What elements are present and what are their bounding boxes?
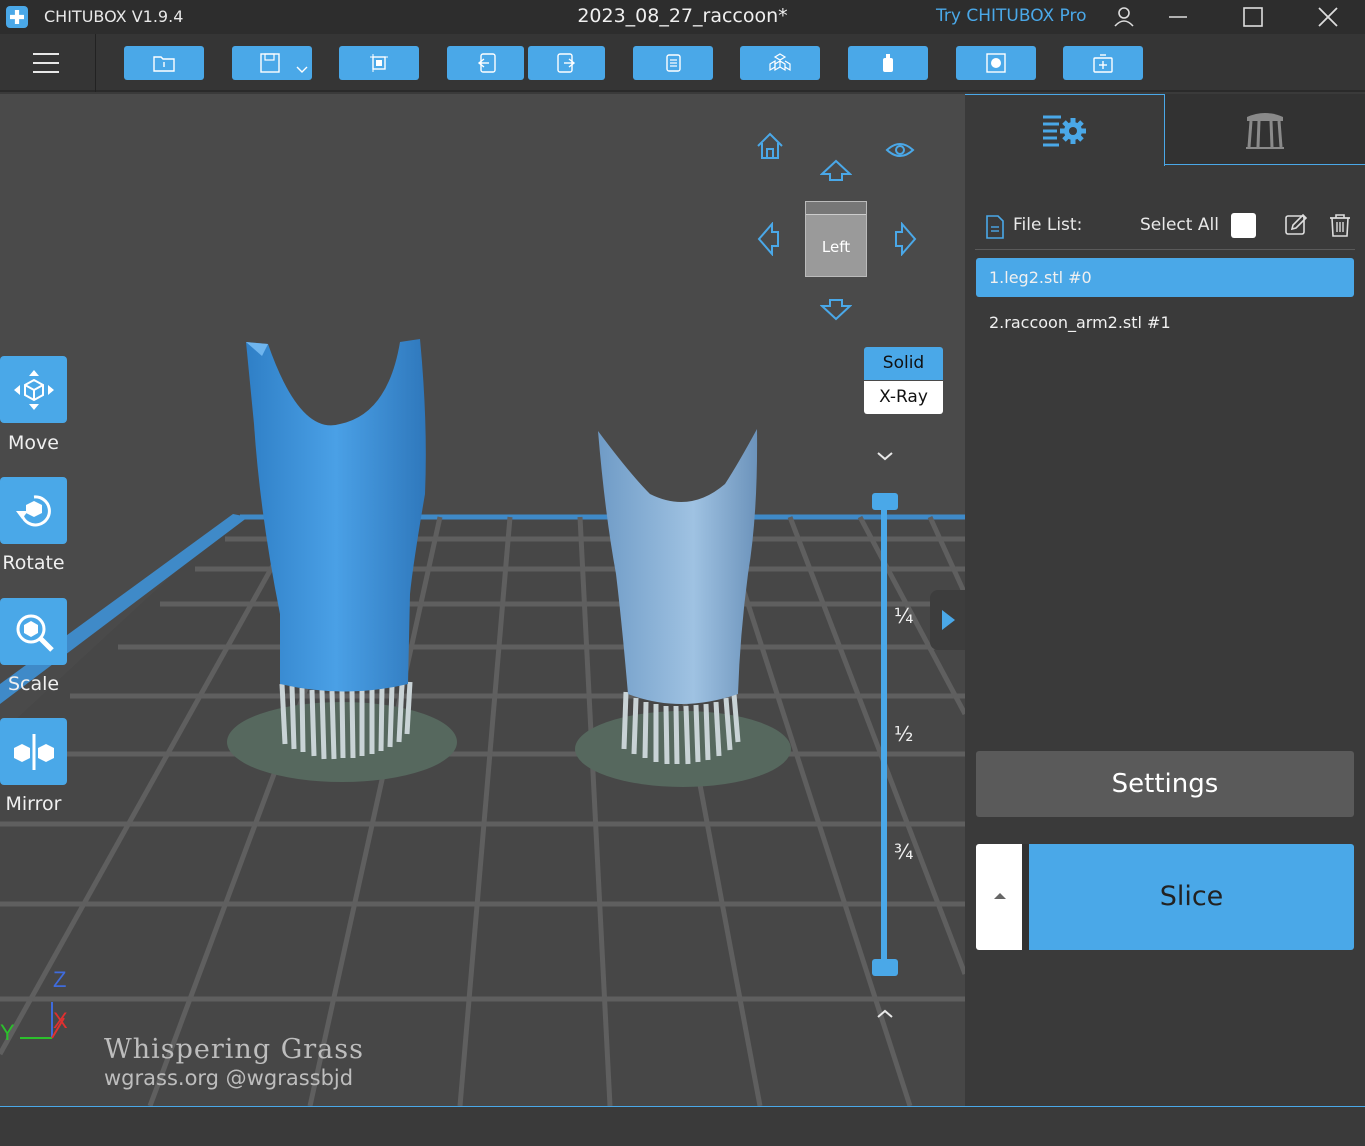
file-list-item-raccoon-arm2[interactable]: 2.raccoon_arm2.stl #1 <box>976 303 1354 342</box>
view-cube-label: Left <box>821 238 851 256</box>
redo-button[interactable] <box>528 46 605 80</box>
chevron-down-icon <box>296 66 308 73</box>
right-panel: File List: Select All 1.leg2.stl #0 2.ra… <box>965 94 1365 1106</box>
scale-tool-button[interactable] <box>0 598 67 665</box>
user-icon[interactable] <box>1104 0 1144 34</box>
view-bottom-button[interactable] <box>819 298 853 326</box>
open-file-button[interactable] <box>124 46 204 80</box>
save-button[interactable] <box>232 46 312 80</box>
trash-icon[interactable] <box>1327 212 1353 238</box>
rotate-tool-label: Rotate <box>2 552 65 574</box>
axis-y-label: Y <box>0 1020 15 1045</box>
arrow-down-icon <box>819 299 853 321</box>
status-bar <box>0 1106 1365 1146</box>
watermark-subtitle: wgrass.org @wgrassbjd <box>104 1066 354 1090</box>
slice-divider <box>1022 844 1029 950</box>
auto-layout-icon <box>370 54 388 72</box>
3d-viewport[interactable]: Z Y X Move Rotate Scale Mirror Left Soli… <box>0 94 965 1106</box>
chevron-down-icon <box>877 452 893 461</box>
file-list-header: File List: Select All <box>975 210 1355 250</box>
tab-supports[interactable] <box>1165 94 1365 165</box>
layer-slider-track[interactable] <box>881 493 887 976</box>
chevron-up-icon <box>877 1009 893 1018</box>
app-logo-icon <box>6 6 28 28</box>
move-tool-button[interactable] <box>0 356 67 423</box>
open-file-icon <box>153 56 175 72</box>
view-top-button[interactable] <box>819 158 853 186</box>
view-cube-left-face[interactable]: Left <box>805 201 867 277</box>
try-pro-link[interactable]: Try CHITUBOX Pro <box>936 6 1087 26</box>
view-left-rotate-button[interactable] <box>756 221 780 260</box>
rotate-icon <box>15 494 51 526</box>
slider-mark-half: ½ <box>894 722 914 746</box>
list-gear-icon <box>1042 115 1086 146</box>
slice-options-dropdown[interactable] <box>976 844 1022 950</box>
file-list-item-leg2[interactable]: 1.leg2.stl #0 <box>976 258 1354 297</box>
mirror-icon <box>13 733 54 770</box>
layer-slider-top-handle[interactable] <box>872 493 898 510</box>
home-view-button[interactable] <box>754 130 786 166</box>
add-support-icon <box>1093 54 1113 73</box>
slice-button-group: Slice <box>976 844 1354 950</box>
tab-model-settings[interactable] <box>965 94 1165 166</box>
title-bar: CHITUBOX V1.9.4 2023_08_27_raccoon* Try … <box>0 0 1365 34</box>
file-list-label: File List: <box>1013 215 1083 235</box>
arrange-icon <box>769 53 791 72</box>
xray-mode-button[interactable]: X-Ray <box>864 381 943 414</box>
axis-z-label: Z <box>53 967 66 992</box>
layer-slider-bottom-handle[interactable] <box>872 959 898 976</box>
axis-x-label: X <box>53 1008 68 1033</box>
hamburger-menu-icon[interactable] <box>30 50 62 76</box>
home-icon <box>757 132 783 159</box>
hollow-icon <box>883 54 893 72</box>
edit-icon[interactable] <box>1283 212 1309 238</box>
save-icon <box>260 53 280 73</box>
minimize-icon[interactable] <box>1158 0 1198 34</box>
document-icon <box>986 215 1004 239</box>
rotate-tool-button[interactable] <box>0 477 67 544</box>
supports-icon <box>1246 113 1284 149</box>
arrow-right-icon <box>895 221 917 257</box>
visibility-button[interactable] <box>884 134 916 170</box>
copy-icon <box>666 54 681 72</box>
select-all-checkbox[interactable] <box>1231 213 1256 238</box>
holes-button[interactable] <box>956 46 1036 80</box>
select-all-label: Select All <box>1140 215 1219 235</box>
watermark-title: Whispering Grass <box>104 1034 364 1065</box>
mirror-tool-label: Mirror <box>5 793 62 815</box>
undo-icon <box>477 53 496 73</box>
view-right-rotate-button[interactable] <box>894 221 918 260</box>
slider-collapse-chevron[interactable] <box>874 448 896 462</box>
arrange-button[interactable] <box>740 46 820 80</box>
slice-button[interactable]: Slice <box>1029 844 1354 950</box>
slider-expand-chevron[interactable] <box>874 1006 896 1020</box>
move-icon <box>13 369 54 410</box>
scale-tool-label: Scale <box>7 673 60 695</box>
toolbar <box>0 34 1365 92</box>
app-window: CHITUBOX V1.9.4 2023_08_27_raccoon* Try … <box>0 0 1365 1146</box>
settings-button[interactable]: Settings <box>976 751 1354 817</box>
toolbar-divider <box>95 34 96 92</box>
solid-mode-button[interactable]: Solid <box>864 347 943 380</box>
mirror-tool-button[interactable] <box>0 718 67 785</box>
maximize-icon[interactable] <box>1233 0 1273 34</box>
copy-button[interactable] <box>633 46 713 80</box>
slider-mark-three-quarter: ¾ <box>894 840 914 864</box>
arrow-left-icon <box>757 221 779 257</box>
eye-icon <box>885 143 915 157</box>
auto-layout-button[interactable] <box>339 46 419 80</box>
slider-mark-quarter: ¼ <box>894 604 914 628</box>
view-cube-top-face[interactable] <box>806 202 866 215</box>
undo-button[interactable] <box>447 46 524 80</box>
hollow-button[interactable] <box>848 46 928 80</box>
holes-icon <box>986 53 1006 73</box>
move-tool-label: Move <box>8 432 59 454</box>
arrow-up-icon <box>819 159 853 181</box>
scale-icon <box>16 614 54 652</box>
add-support-button[interactable] <box>1063 46 1143 80</box>
close-icon[interactable] <box>1308 0 1348 34</box>
redo-icon <box>556 53 575 73</box>
app-title: CHITUBOX V1.9.4 <box>44 7 184 26</box>
panel-toggle-tab[interactable] <box>930 590 965 650</box>
